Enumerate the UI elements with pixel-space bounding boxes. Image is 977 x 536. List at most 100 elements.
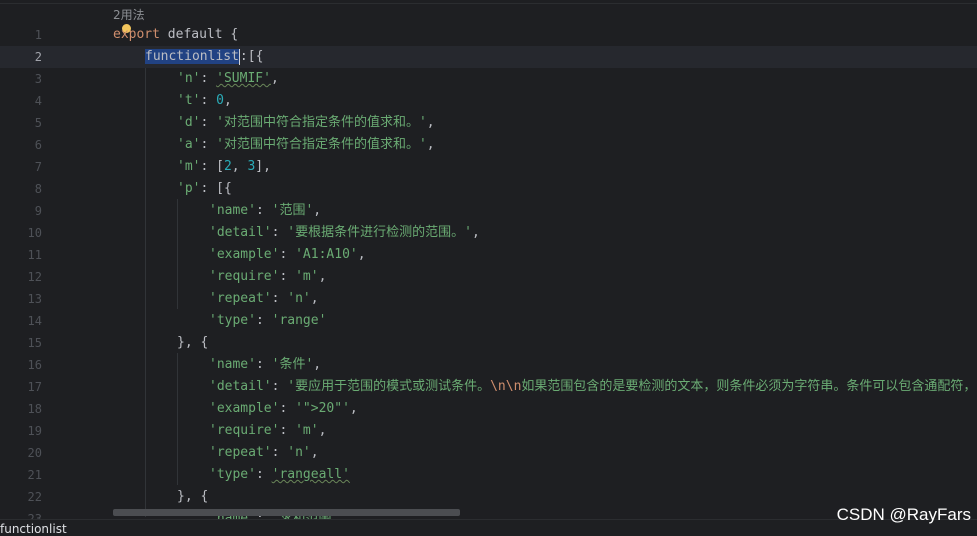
code-text: 'n': 'SUMIF', [177,68,279,90]
code-token: , [318,269,327,284]
code-line[interactable]: 10 'detail': '要根据条件进行检测的范围。', [0,222,977,244]
line-number: 17 [27,380,42,394]
code-token: ], [255,159,271,174]
code-token: : [271,379,288,394]
code-line[interactable]: 9 'name': '范围', [0,200,977,222]
editor-top-border [0,3,977,4]
code-line[interactable]: 19 'require': 'm', [0,420,977,442]
code-token: , [349,401,358,416]
code-text: 'p': [{ [177,178,232,200]
code-line[interactable]: 4 't': 0, [0,90,977,112]
code-token: , [310,445,319,460]
string-literal: 'A1:A10' [295,247,358,262]
code-line[interactable]: 21 'type': 'rangeall' [0,464,977,486]
code-token: , [313,203,322,218]
code-text: 'm': [2, 3], [177,156,271,178]
code-line[interactable]: 13 'repeat': 'n', [0,288,977,310]
code-line[interactable]: 6 'a': '对范围中符合指定条件的值求和。', [0,134,977,156]
number-literal: 2 [223,159,232,174]
code-line[interactable]: 16 'name': '条件', [0,354,977,376]
code-token: : [279,247,296,262]
line-number: 18 [27,402,42,416]
line-number: 8 [34,182,42,196]
code-text: 'example': '">20"', [209,398,358,420]
horizontal-scrollbar[interactable] [113,509,460,516]
code-line[interactable]: 7 'm': [2, 3], [0,156,977,178]
line-number: 5 [34,116,42,130]
code-line[interactable]: 14 'type': 'range' [0,310,977,332]
line-number: 11 [27,248,42,262]
line-number: 13 [27,292,42,306]
line-number: 21 [27,468,42,482]
code-token: , [426,115,435,130]
code-text: 'repeat': 'n', [209,442,319,464]
code-line[interactable]: 22}, { [0,486,977,508]
line-number: 16 [27,358,42,372]
code-text: 'repeat': 'n', [209,288,319,310]
line-number: 1 [34,28,42,42]
string-literal: 'SUMIF' [216,71,271,86]
code-token: , [231,159,248,174]
string-literal: 'n' [287,445,311,460]
escape-sequence: \n\n [490,379,522,394]
code-token: : [ [200,159,224,174]
code-token: : [279,423,296,438]
line-number: 3 [34,72,42,86]
code-line[interactable]: 15}, { [0,332,977,354]
line-number: 12 [27,270,42,284]
code-token: : [200,137,217,152]
keyword-export: export [113,27,160,42]
code-text: 'name': '范围', [209,200,321,222]
code-text: export default { [113,24,238,46]
line-number: 4 [34,94,42,108]
code-text: 'type': 'range' [209,310,326,332]
line-number: 20 [27,446,42,460]
code-token: : [271,225,288,240]
code-line[interactable]: 20 'repeat': 'n', [0,442,977,464]
selected-identifier: functionlist [145,49,239,64]
usage-hint[interactable]: 2用法 [113,6,145,23]
object-key: 't' [177,93,201,108]
object-key: 'repeat' [209,291,272,306]
code-token: : [255,203,272,218]
code-line[interactable]: 1 export default { [0,24,977,46]
object-key: 'n' [177,71,201,86]
object-key: 'require' [209,269,280,284]
code-text: 'a': '对范围中符合指定条件的值求和。', [177,134,435,156]
line-number: 7 [34,160,42,174]
code-token: : [200,93,217,108]
code-line[interactable]: 11 'example': 'A1:A10', [0,244,977,266]
string-literal: 'n' [287,291,311,306]
breadcrumb-bar: functionlist [0,519,977,536]
code-line[interactable]: 18 'example': '">20"', [0,398,977,420]
code-token: : [271,291,288,306]
code-line[interactable]: 5 'd': '对范围中符合指定条件的值求和。', [0,112,977,134]
string-literal: '对范围中符合指定条件的值求和。' [216,115,427,130]
code-token: : [255,357,272,372]
code-line[interactable]: 8 'p': [{ [0,178,977,200]
object-key: 'type' [209,313,256,328]
object-key: 'm' [177,159,201,174]
line-number: 19 [27,424,42,438]
code-line[interactable]: 3 'n': 'SUMIF', [0,68,977,90]
code-editor[interactable]: 2用法 1 export default {2 functionlist:[{ 3 'n… [0,0,977,534]
code-token: : [200,115,217,130]
object-key: 'require' [209,423,280,438]
code-token: , [318,423,327,438]
object-key: 'd' [177,115,201,130]
code-text: 'name': '条件', [209,354,321,376]
object-key: 'type' [209,467,256,482]
code-line[interactable]: 2 functionlist:[{ [0,46,977,68]
code-line[interactable]: 12 'require': 'm', [0,266,977,288]
code-token: }, { [177,489,209,504]
line-number: 10 [27,226,42,240]
string-literal: 如果范围包含的是要检测的文本，则条件必须为字符串。条件可以包含通配符， [521,379,977,394]
code-text: 'type': 'rangeall' [209,464,350,486]
code-line[interactable]: 17 'detail': '要应用于范围的模式或测试条件。\n\n如果范围包含的是… [0,376,977,398]
code-token: , [426,137,435,152]
string-literal: 'rangeall' [271,467,350,482]
code-text: }, { [177,486,208,508]
code-token: , [313,357,322,372]
line-number: 9 [34,204,42,218]
object-key: 'name' [209,357,256,372]
